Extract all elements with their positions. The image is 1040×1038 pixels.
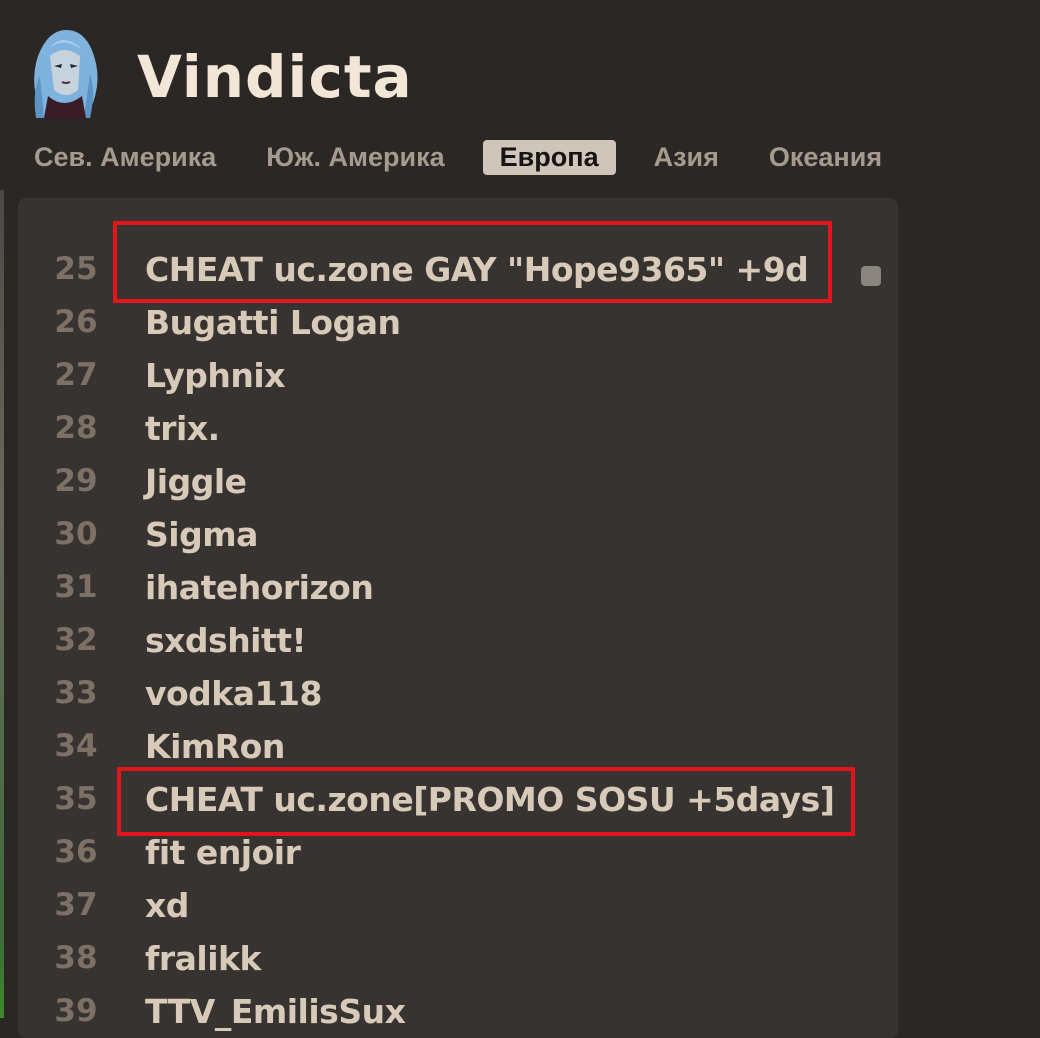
leaderboard-row: 37 xd xyxy=(18,879,898,932)
leaderboard-row: 26 Bugatti Logan xyxy=(18,296,898,349)
player-name: CHEAT uc.zone[PROMO SOSU +5days] xyxy=(145,780,835,819)
player-name: xd xyxy=(145,886,189,925)
leaderboard-row: 25 CHEAT uc.zone GAY "Hope9365" +9d xyxy=(18,243,898,296)
hero-header: Vindicta xyxy=(0,0,1040,130)
tab-europe[interactable]: Европа xyxy=(482,139,616,175)
rank-number: 30 xyxy=(54,516,98,552)
player-name: TTV_EmilisSux xyxy=(145,992,406,1031)
player-name: CHEAT uc.zone GAY "Hope9365" +9d xyxy=(145,250,809,289)
player-name: Jiggle xyxy=(145,462,247,501)
rank-number: 36 xyxy=(54,834,98,870)
rank-number: 28 xyxy=(54,410,98,446)
player-name: fit enjoir xyxy=(145,833,301,872)
leaderboard-row: 32 sxdshitt! xyxy=(18,614,898,667)
leaderboard-row: 36 fit enjoir xyxy=(18,826,898,879)
vindicta-portrait-icon xyxy=(14,26,112,120)
rank-number: 34 xyxy=(54,728,98,764)
rank-number: 33 xyxy=(54,675,98,711)
rank-number: 25 xyxy=(54,251,98,287)
player-name: KimRon xyxy=(145,727,285,766)
player-name: trix. xyxy=(145,409,220,448)
player-name: Lyphnix xyxy=(145,356,286,395)
tab-oceania[interactable]: Океания xyxy=(757,138,894,177)
leaderboard-row: 27 Lyphnix xyxy=(18,349,898,402)
leaderboard-list: 25 CHEAT uc.zone GAY "Hope9365" +9d 26 B… xyxy=(18,243,898,1038)
leaderboard-row: 38 fralikk xyxy=(18,932,898,985)
leaderboard-row: 35 CHEAT uc.zone[PROMO SOSU +5days] xyxy=(18,773,898,826)
region-tabs: Сев. Америка Юж. Америка Европа Азия Оке… xyxy=(22,134,920,180)
player-name: ihatehorizon xyxy=(145,568,374,607)
rank-number: 38 xyxy=(54,940,98,976)
player-name: fralikk xyxy=(145,939,261,978)
tab-asia[interactable]: Азия xyxy=(642,138,731,177)
scrollbar-thumb[interactable] xyxy=(861,266,881,286)
leaderboard-row: 39 TTV_EmilisSux xyxy=(18,985,898,1038)
player-name: Bugatti Logan xyxy=(145,303,401,342)
hero-name: Vindicta xyxy=(137,43,413,111)
leaderboard-row: 34 KimRon xyxy=(18,720,898,773)
player-name: Sigma xyxy=(145,515,258,554)
leaderboard-row: 30 Sigma xyxy=(18,508,898,561)
rank-number: 39 xyxy=(54,993,98,1029)
rank-number: 32 xyxy=(54,622,98,658)
leaderboard-panel: 25 CHEAT uc.zone GAY "Hope9365" +9d 26 B… xyxy=(18,198,898,1038)
rank-number: 29 xyxy=(54,463,98,499)
player-name: sxdshitt! xyxy=(145,621,307,660)
rank-number: 26 xyxy=(54,304,98,340)
leaderboard-row: 31 ihatehorizon xyxy=(18,561,898,614)
player-name: vodka118 xyxy=(145,674,322,713)
background-edge xyxy=(0,190,4,1018)
tab-south-america[interactable]: Юж. Америка xyxy=(254,138,456,177)
rank-number: 27 xyxy=(54,357,98,393)
leaderboard-row: 29 Jiggle xyxy=(18,455,898,508)
leaderboard-row: 33 vodka118 xyxy=(18,667,898,720)
rank-number: 37 xyxy=(54,887,98,923)
rank-number: 35 xyxy=(54,781,98,817)
rank-number: 31 xyxy=(54,569,98,605)
leaderboard-row: 28 trix. xyxy=(18,402,898,455)
tab-north-america[interactable]: Сев. Америка xyxy=(22,138,228,177)
